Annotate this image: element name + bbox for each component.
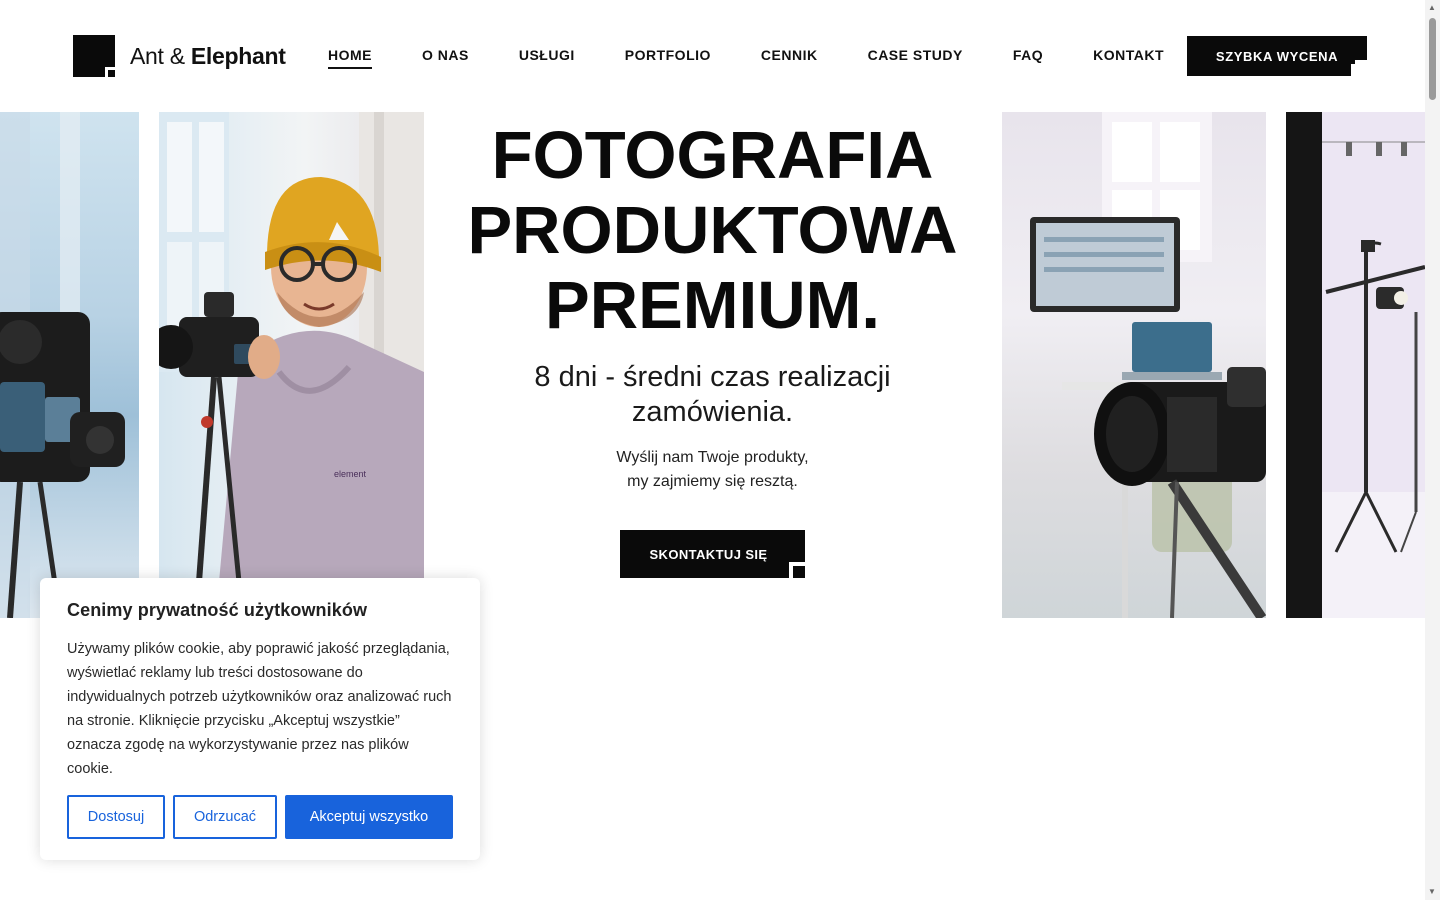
- hero-title-line-3: PREMIUM.: [545, 268, 880, 343]
- hero-title: FOTOGRAFIA PRODUKTOWA PREMIUM.: [440, 118, 985, 343]
- scroll-up-arrow-icon[interactable]: ▲: [1428, 4, 1436, 12]
- scroll-down-arrow-icon[interactable]: ▼: [1428, 888, 1436, 896]
- hero-description-line-1: Wyślij nam Twoje produkty,: [616, 449, 809, 466]
- cookie-consent-dialog: Cenimy prywatność użytkowników Używamy p…: [40, 578, 480, 860]
- photo-studio-lights: [1286, 112, 1425, 618]
- nav-item-kontakt[interactable]: KONTAKT: [1093, 47, 1164, 69]
- nav-item-case-study[interactable]: CASE STUDY: [868, 47, 963, 69]
- cookie-title: Cenimy prywatność użytkowników: [67, 600, 368, 620]
- hero-description-line-2: my zajmiemy się resztą.: [627, 473, 798, 490]
- photo-photographer: element: [159, 112, 424, 582]
- nav-item-faq[interactable]: FAQ: [1013, 47, 1043, 69]
- page-scrollbar[interactable]: ▲ ▼: [1425, 0, 1440, 900]
- nav-item-home[interactable]: HOME: [328, 47, 372, 69]
- photo-studio-monitor: [1002, 112, 1266, 618]
- cookie-buttons: Dostosuj Odrzucać Akceptuj wszystko: [67, 795, 453, 839]
- scrollbar-thumb[interactable]: [1429, 18, 1436, 100]
- nav-item-cennik[interactable]: CENNIK: [761, 47, 818, 69]
- brand-logo[interactable]: Ant & Elephant: [73, 35, 286, 77]
- nav-item-uslugi[interactable]: USŁUGI: [519, 47, 575, 69]
- button-corner-icon: [789, 562, 805, 578]
- hero-subtitle: 8 dni - średni czas realizacji zamówieni…: [534, 361, 891, 428]
- main-nav: HOME O NAS USŁUGI PORTFOLIO CENNIK CASE …: [328, 47, 1214, 69]
- cookie-body: Używamy plików cookie, aby poprawić jako…: [67, 641, 452, 777]
- nav-item-o-nas[interactable]: O NAS: [422, 47, 469, 69]
- cookie-customize-button[interactable]: Dostosuj: [67, 795, 165, 839]
- logo-mark-icon: [73, 35, 115, 77]
- brand-name-bold: Elephant: [190, 42, 286, 69]
- button-corner-icon: [1351, 60, 1367, 76]
- brand-name: Ant & Elephant: [130, 43, 286, 70]
- photographer-illustration: element: [159, 112, 424, 582]
- hero-description: Wyślij nam Twoje produkty, my zajmiemy s…: [560, 446, 865, 494]
- studio-monitor-illustration: [1030, 112, 1266, 618]
- contact-button-label: SKONTAKTUJ SIĘ: [649, 546, 768, 562]
- site-header: Ant & Elephant HOME O NAS USŁUGI PORTFOL…: [0, 0, 1425, 112]
- cookie-reject-button[interactable]: Odrzucać: [173, 795, 277, 839]
- contact-button[interactable]: SKONTAKTUJ SIĘ: [620, 530, 805, 578]
- studio-lights-illustration: [1286, 112, 1425, 618]
- hero-title-line-1: FOTOGRAFIA: [491, 118, 934, 193]
- hoodie-print: element: [334, 469, 367, 479]
- quick-quote-button[interactable]: SZYBKA WYCENA: [1187, 36, 1367, 76]
- camera-closeup-illustration: [0, 112, 125, 618]
- quick-quote-label: SZYBKA WYCENA: [1215, 48, 1339, 64]
- cookie-accept-all-button[interactable]: Akceptuj wszystko: [285, 795, 453, 839]
- hero-title-line-2: PRODUKTOWA: [467, 193, 958, 268]
- nav-item-portfolio[interactable]: PORTFOLIO: [625, 47, 711, 69]
- photo-camera-closeup: [0, 112, 139, 618]
- brand-name-light: Ant &: [130, 42, 185, 69]
